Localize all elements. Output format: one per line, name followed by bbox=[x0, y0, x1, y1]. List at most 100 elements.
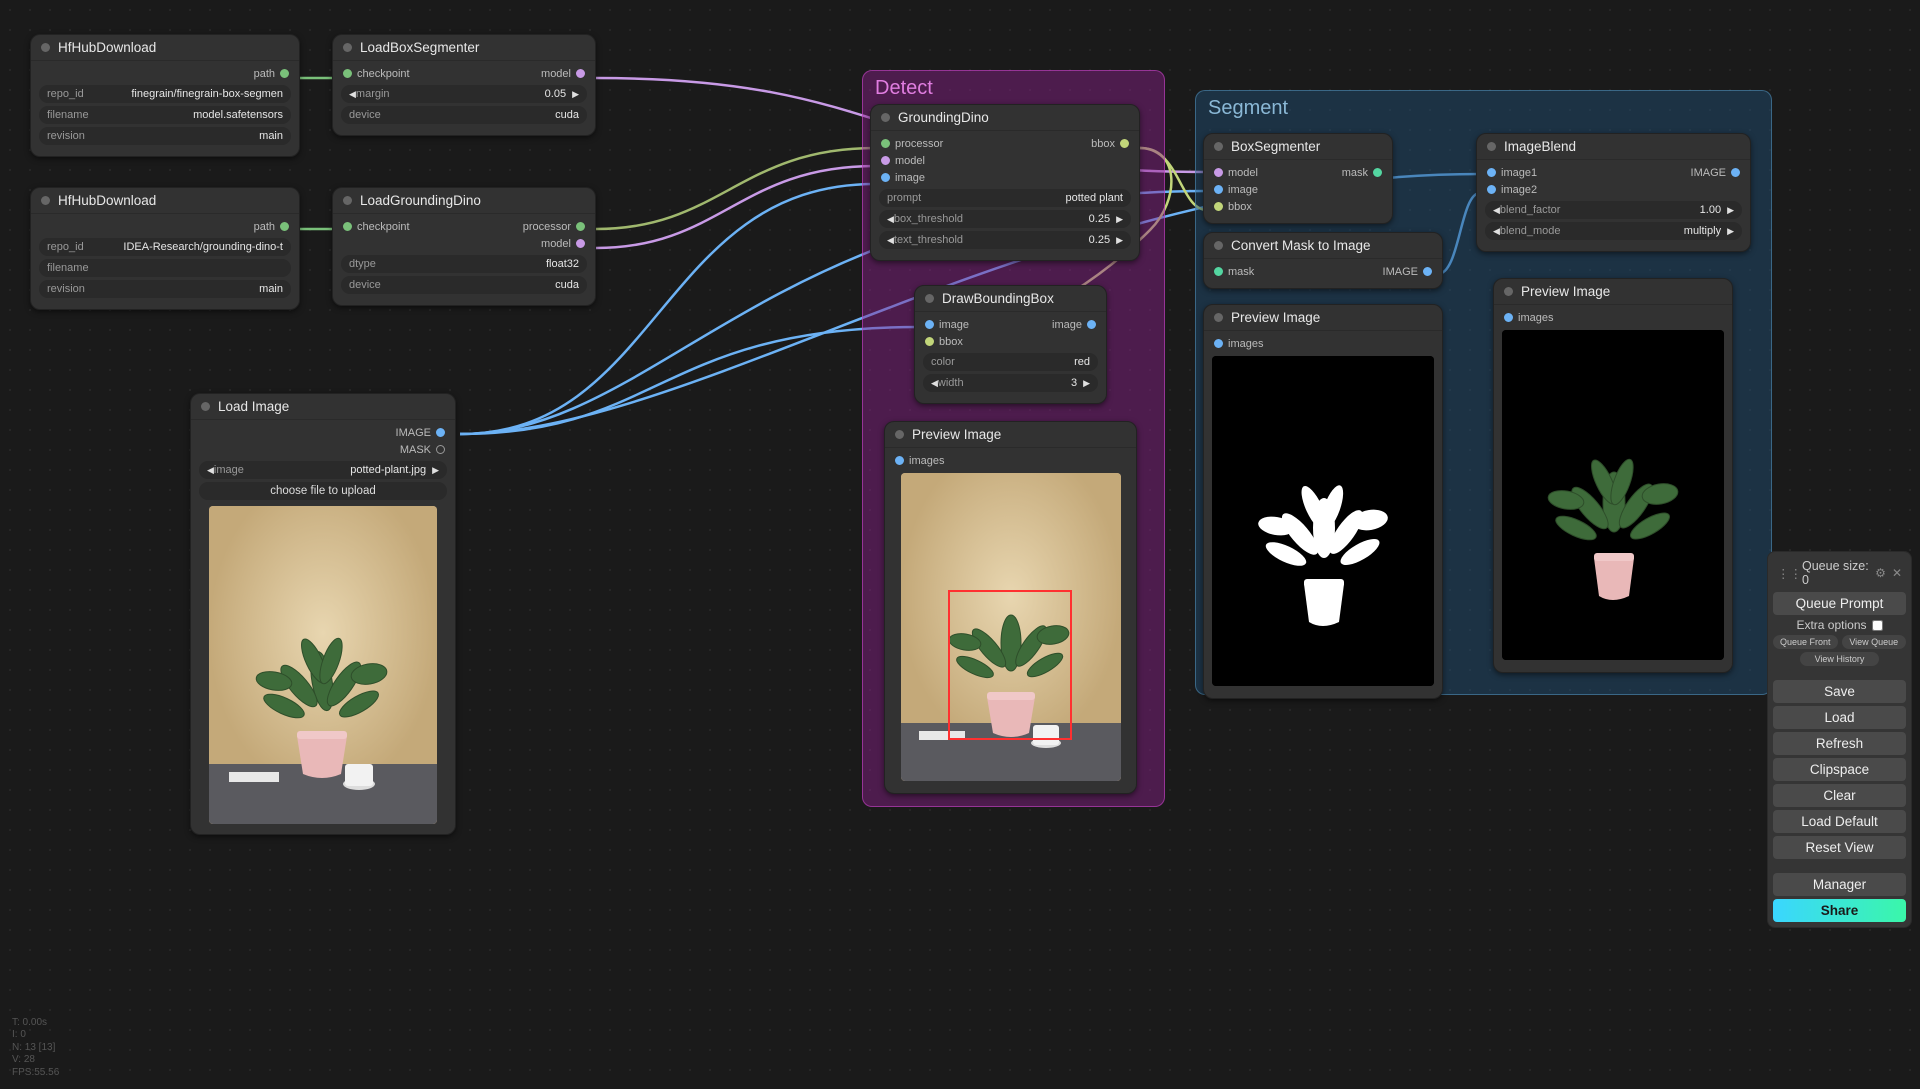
share-button[interactable]: Share bbox=[1773, 899, 1906, 922]
queue-front-button[interactable]: Queue Front bbox=[1773, 635, 1838, 649]
reset-view-button[interactable]: Reset View bbox=[1773, 836, 1906, 859]
extra-options-checkbox[interactable] bbox=[1872, 620, 1883, 631]
output-path: path bbox=[254, 221, 275, 233]
widget-dtype[interactable]: dtypefloat32 bbox=[341, 255, 587, 273]
node-mask-to-image[interactable]: Convert Mask to Image mask IMAGE bbox=[1203, 232, 1443, 289]
refresh-button[interactable]: Refresh bbox=[1773, 732, 1906, 755]
close-icon[interactable]: ✕ bbox=[1892, 566, 1902, 580]
input-checkpoint: checkpoint bbox=[357, 68, 410, 80]
side-menu[interactable]: ⋮⋮ Queue size: 0 ⚙ ✕ Queue Prompt Extra o… bbox=[1767, 551, 1912, 928]
input-model: model bbox=[1228, 167, 1258, 179]
widget-repo-id[interactable]: repo_idfinegrain/finegrain-box-segmen bbox=[39, 85, 291, 103]
input-bbox: bbox bbox=[1228, 201, 1252, 213]
node-title: LoadBoxSegmenter bbox=[360, 40, 479, 55]
widget-image-select[interactable]: ◀imagepotted-plant.jpg▶ bbox=[199, 461, 447, 479]
debug-overlay: T: 0.00s I: 0 N: 13 [13] V: 28 FPS:55.56 bbox=[12, 1017, 59, 1080]
input-model: model bbox=[895, 155, 925, 167]
node-title: Preview Image bbox=[1521, 284, 1610, 299]
node-title: DrawBoundingBox bbox=[942, 291, 1054, 306]
preview-bbox bbox=[901, 473, 1121, 781]
node-title: Preview Image bbox=[1231, 310, 1320, 325]
widget-revision[interactable]: revisionmain bbox=[39, 280, 291, 298]
node-title: HfHubDownload bbox=[58, 193, 156, 208]
widget-blend-factor[interactable]: ◀blend_factor1.00▶ bbox=[1485, 201, 1742, 219]
input-images: images bbox=[909, 455, 944, 467]
widget-blend-mode[interactable]: ◀blend_modemultiply▶ bbox=[1485, 222, 1742, 240]
widget-color[interactable]: colorred bbox=[923, 353, 1098, 371]
widget-filename[interactable]: filenamemodel.safetensors bbox=[39, 106, 291, 124]
output-path: path bbox=[254, 68, 275, 80]
node-title: Preview Image bbox=[912, 427, 1001, 442]
widget-margin[interactable]: ◀margin0.05▶ bbox=[341, 85, 587, 103]
node-preview-detect[interactable]: Preview Image images bbox=[884, 421, 1137, 794]
node-imageblend[interactable]: ImageBlend image1 IMAGE image2 ◀blend_fac… bbox=[1476, 133, 1751, 252]
node-hfhubdownload-1[interactable]: HfHubDownload path repo_idfinegrain/fine… bbox=[30, 34, 300, 157]
node-preview-mask[interactable]: Preview Image images bbox=[1203, 304, 1443, 699]
clipspace-button[interactable]: Clipspace bbox=[1773, 758, 1906, 781]
drag-handle-icon[interactable]: ⋮⋮ bbox=[1777, 566, 1802, 581]
extra-options[interactable]: Extra options bbox=[1773, 618, 1906, 632]
output-bbox: bbox bbox=[1091, 138, 1115, 150]
node-title: BoxSegmenter bbox=[1231, 139, 1320, 154]
upload-button[interactable]: choose file to upload bbox=[199, 482, 447, 500]
gear-icon[interactable]: ⚙ bbox=[1875, 566, 1886, 580]
widget-filename[interactable]: filename bbox=[39, 259, 291, 277]
queue-size-label: Queue size: 0 bbox=[1802, 559, 1875, 587]
widget-device[interactable]: devicecuda bbox=[341, 276, 587, 294]
manager-button[interactable]: Manager bbox=[1773, 873, 1906, 896]
input-images: images bbox=[1518, 312, 1553, 324]
widget-revision[interactable]: revisionmain bbox=[39, 127, 291, 145]
widget-box-threshold[interactable]: ◀box_threshold0.25▶ bbox=[879, 210, 1131, 228]
node-load-image[interactable]: Load Image IMAGE MASK ◀imagepotted-plant… bbox=[190, 393, 456, 835]
node-title: Load Image bbox=[218, 399, 289, 414]
input-mask: mask bbox=[1228, 266, 1254, 278]
view-queue-button[interactable]: View Queue bbox=[1842, 635, 1907, 649]
widget-width[interactable]: ◀width3▶ bbox=[923, 374, 1098, 392]
node-title: LoadGroundingDino bbox=[360, 193, 481, 208]
preview-original bbox=[209, 506, 437, 824]
output-image: IMAGE bbox=[1691, 167, 1726, 179]
node-title: GroundingDino bbox=[898, 110, 989, 125]
node-groundingdino[interactable]: GroundingDino processorbbox model image … bbox=[870, 104, 1140, 261]
widget-text-threshold[interactable]: ◀text_threshold0.25▶ bbox=[879, 231, 1131, 249]
output-image: IMAGE bbox=[1383, 266, 1418, 278]
widget-device[interactable]: devicecuda bbox=[341, 106, 587, 124]
preview-blend-image bbox=[1502, 330, 1724, 660]
node-title: Convert Mask to Image bbox=[1231, 238, 1371, 253]
load-button[interactable]: Load bbox=[1773, 706, 1906, 729]
output-model: model bbox=[541, 238, 571, 250]
input-image1: image1 bbox=[1501, 167, 1537, 179]
queue-prompt-button[interactable]: Queue Prompt bbox=[1773, 592, 1906, 615]
group-segment-title: Segment bbox=[1208, 97, 1759, 120]
input-image2: image2 bbox=[1501, 184, 1537, 196]
input-bbox: bbox bbox=[939, 336, 963, 348]
node-title: ImageBlend bbox=[1504, 139, 1576, 154]
output-mask: MASK bbox=[400, 444, 431, 456]
clear-button[interactable]: Clear bbox=[1773, 784, 1906, 807]
node-preview-blend[interactable]: Preview Image images bbox=[1493, 278, 1733, 673]
widget-repo-id[interactable]: repo_idIDEA-Research/grounding-dino-t bbox=[39, 238, 291, 256]
output-image: image bbox=[1052, 319, 1082, 331]
preview-mask-image bbox=[1212, 356, 1434, 686]
widget-prompt[interactable]: promptpotted plant bbox=[879, 189, 1131, 207]
view-history-button[interactable]: View History bbox=[1800, 652, 1880, 666]
node-loadgroundingdino[interactable]: LoadGroundingDino checkpoint processor mo… bbox=[332, 187, 596, 306]
node-hfhubdownload-2[interactable]: HfHubDownload path repo_idIDEA-Research/… bbox=[30, 187, 300, 310]
arrow-left-icon: ◀ bbox=[349, 89, 356, 100]
output-mask: mask bbox=[1342, 167, 1368, 179]
save-button[interactable]: Save bbox=[1773, 680, 1906, 703]
input-processor: processor bbox=[895, 138, 943, 150]
arrow-right-icon: ▶ bbox=[572, 89, 579, 100]
node-drawboundingbox[interactable]: DrawBoundingBox image image bbox colorred… bbox=[914, 285, 1107, 404]
input-checkpoint: checkpoint bbox=[357, 221, 410, 233]
input-image: image bbox=[939, 319, 969, 331]
input-image: image bbox=[1228, 184, 1258, 196]
input-image: image bbox=[895, 172, 925, 184]
output-processor: processor bbox=[523, 221, 571, 233]
output-model: model bbox=[541, 68, 571, 80]
node-title: HfHubDownload bbox=[58, 40, 156, 55]
load-default-button[interactable]: Load Default bbox=[1773, 810, 1906, 833]
output-image: IMAGE bbox=[396, 427, 431, 439]
node-boxsegmenter[interactable]: BoxSegmenter model mask image bbox bbox=[1203, 133, 1393, 224]
node-loadboxsegmenter[interactable]: LoadBoxSegmenter checkpoint model ◀margin… bbox=[332, 34, 596, 136]
